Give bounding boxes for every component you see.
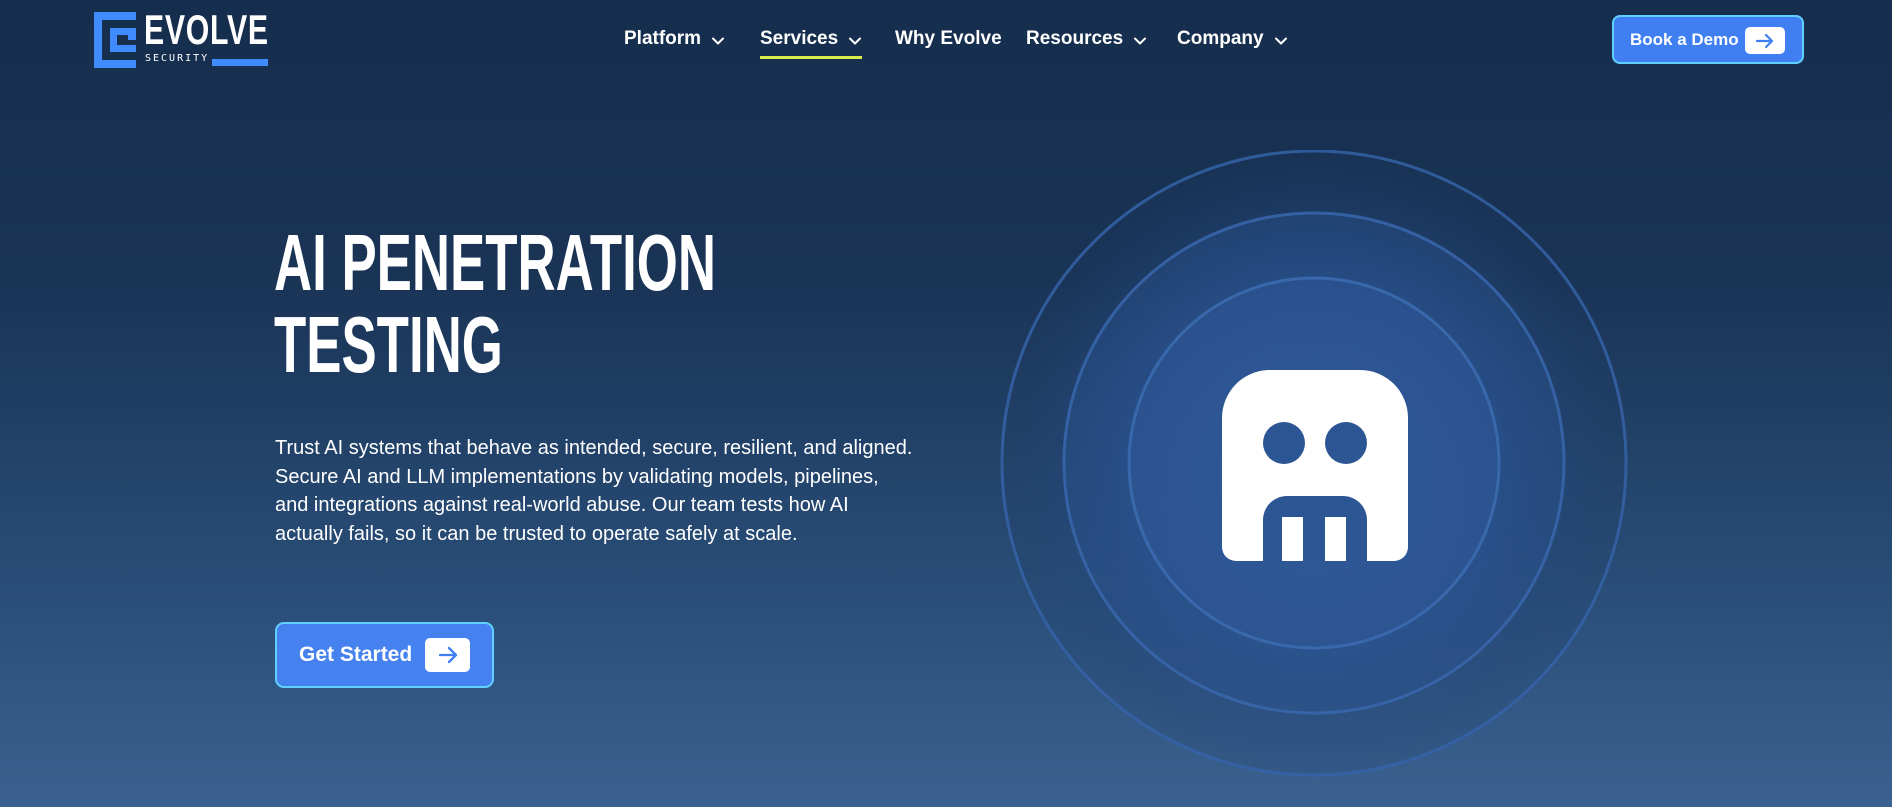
chevron-down-icon (1133, 32, 1147, 46)
nav-item-label: Services (760, 28, 839, 49)
arrow-right-icon (1745, 27, 1785, 54)
get-started-button[interactable]: Get Started (275, 622, 494, 688)
hero-illustration (1000, 150, 1630, 780)
book-demo-button[interactable]: Book a Demo (1612, 15, 1804, 64)
nav-item-label: Company (1177, 28, 1264, 49)
chevron-down-icon (848, 32, 862, 46)
ai-robot-icon (1222, 370, 1408, 561)
nav-item-why-evolve[interactable]: Why Evolve (895, 24, 1002, 54)
page-title: AI PENETRATION TESTING (274, 222, 716, 386)
arrow-right-icon (425, 638, 470, 672)
book-demo-label: Book a Demo (1630, 29, 1739, 49)
nav-item-resources[interactable]: Resources (1026, 24, 1147, 54)
get-started-label: Get Started (299, 643, 413, 666)
nav-item-label: Platform (624, 28, 702, 49)
chevron-down-icon (1274, 32, 1288, 46)
nav-item-label: Resources (1026, 28, 1124, 49)
main-nav: Platform Services Why Evolve Resources C… (0, 24, 1892, 64)
page-title-line1: AI PENETRATION (274, 218, 716, 307)
nav-item-label: Why Evolve (895, 28, 1002, 49)
chevron-down-icon (711, 32, 725, 46)
nav-item-company[interactable]: Company (1177, 24, 1288, 54)
page-title-line2: TESTING (274, 300, 503, 389)
hero-description: Trust AI systems that behave as intended… (275, 437, 913, 545)
nav-item-services[interactable]: Services (760, 24, 863, 59)
nav-item-platform[interactable]: Platform (624, 24, 725, 54)
